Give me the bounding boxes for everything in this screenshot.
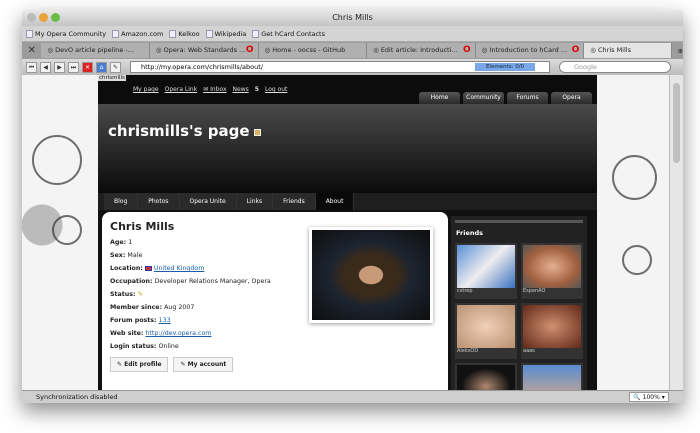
tab[interactable]: ◎ Edit article: Introducti... O	[367, 43, 476, 58]
bookmark[interactable]: Get hCard Contacts	[252, 29, 325, 38]
opera-icon: O	[463, 45, 471, 55]
search-input[interactable]: Google	[559, 61, 671, 73]
window-title: Chris Mills	[332, 13, 373, 22]
status-bar: Synchronization disabled 🔍 100% ▾	[22, 390, 683, 403]
bookmark[interactable]: Wikipedia	[205, 29, 246, 38]
page-tabs: Blog Photos Opera Unite Links Friends Ab…	[98, 193, 597, 210]
tab-about[interactable]: About	[315, 193, 355, 210]
back-icon[interactable]: ◀	[40, 61, 51, 73]
edit-icon[interactable]	[253, 129, 261, 136]
zoom-select[interactable]: 🔍 100% ▾	[629, 392, 669, 402]
page-viewport: chrismills My page Opera Link ✉ Inbox Ne…	[22, 75, 669, 390]
forward-icon[interactable]: ▶	[54, 61, 65, 73]
browser-window: Chris Mills My Opera Community Amazon.co…	[22, 10, 683, 403]
close-window-button[interactable]	[27, 13, 36, 22]
location-link[interactable]: United Kingdom	[154, 265, 205, 272]
sync-status: Synchronization disabled	[36, 393, 118, 401]
minimize-button[interactable]	[39, 13, 48, 22]
stop-icon[interactable]: ✕	[82, 61, 93, 73]
tools-icon[interactable]: ✕	[22, 45, 41, 56]
tab-opera-unite[interactable]: Opera Unite	[179, 193, 237, 210]
decorative-swirl	[32, 135, 82, 185]
uk-flag-icon	[144, 265, 152, 271]
friend-item[interactable]	[455, 363, 517, 390]
address-input[interactable]: http://my.opera.com/chrismills/about/Ele…	[130, 61, 550, 73]
username-label: chrismills	[98, 75, 126, 81]
my-account-button[interactable]: ✎ My account	[173, 357, 234, 372]
decorative-swirl	[52, 215, 82, 245]
my-page-link[interactable]: My page	[133, 86, 159, 93]
decorative-swirl	[622, 245, 652, 275]
profile-card: Chris Mills Age: 1 Sex: Male Location: U…	[102, 212, 448, 390]
tab-links[interactable]: Links	[236, 193, 274, 210]
rewind-icon[interactable]: ⏮	[26, 61, 37, 73]
friend-item[interactable]: EspenAO	[521, 243, 583, 299]
inbox-link[interactable]: ✉ Inbox	[203, 86, 226, 93]
tab[interactable]: ◎ Home - oocss - GitHub	[258, 43, 368, 58]
tab-active[interactable]: ◎ Chris Mills	[584, 43, 672, 58]
tab-opera[interactable]: Opera	[551, 92, 592, 104]
profile-photo	[309, 227, 433, 323]
tab-forums[interactable]: Forums	[507, 92, 548, 104]
fast-forward-icon[interactable]: ⏭	[68, 61, 79, 73]
tab-bar: ✕ ◎ DevO article pipeline -... ◎ Opera: …	[22, 42, 683, 59]
new-tab-icon[interactable]: ⊕	[678, 47, 683, 55]
friend-item[interactable]: cstrep	[455, 243, 517, 299]
opera-page: chrismills My page Opera Link ✉ Inbox Ne…	[98, 75, 597, 390]
opera-icon: O	[571, 45, 580, 55]
tab[interactable]: ◎ Opera: Web Standards ... O	[149, 43, 259, 58]
address-toolbar: ⏮ ◀ ▶ ⏭ ✕ ⌂ ✎ http://my.opera.com/chrism…	[22, 59, 683, 75]
bookmark[interactable]: My Opera Community	[26, 29, 106, 38]
tab[interactable]: ◎ DevO article pipeline -...	[41, 43, 150, 58]
friend-item[interactable]: aaas	[521, 303, 583, 359]
home-icon[interactable]: ⌂	[96, 61, 107, 73]
edit-profile-button[interactable]: ✎ Edit profile	[110, 357, 169, 372]
vertical-scrollbar[interactable]	[669, 75, 683, 390]
friend-item[interactable]: AleksOD	[455, 303, 517, 359]
friend-item[interactable]	[521, 363, 583, 390]
tab-home[interactable]: Home	[419, 92, 460, 104]
bookmark[interactable]: Kelkoo	[169, 29, 200, 38]
news-count: 5	[254, 86, 259, 93]
page-header: chrismills's page	[98, 104, 597, 193]
bookmarks-bar: My Opera Community Amazon.com Kelkoo Wik…	[22, 26, 683, 42]
tab-friends[interactable]: Friends	[273, 193, 316, 210]
title-bar: Chris Mills	[22, 10, 683, 26]
edit-icon[interactable]: ✎	[110, 61, 121, 73]
website-link[interactable]: http://dev.opera.com	[145, 330, 211, 337]
decorative-swirl	[612, 155, 657, 200]
tab-photos[interactable]: Photos	[138, 193, 180, 210]
page-title: chrismills's page	[108, 122, 250, 140]
friends-panel: Friends cstrep EspenAO AleksOD aaas	[451, 216, 587, 390]
tab-community[interactable]: Community	[463, 92, 504, 104]
zoom-button[interactable]	[51, 13, 60, 22]
pencil-icon[interactable]: ✎	[138, 291, 143, 298]
elements-indicator: Elements: 0/0	[475, 63, 535, 71]
friends-title: Friends	[456, 229, 484, 237]
opera-link-link[interactable]: Opera Link	[165, 86, 198, 93]
bookmark[interactable]: Amazon.com	[112, 29, 163, 38]
top-nav: chrismills My page Opera Link ✉ Inbox Ne…	[98, 75, 597, 104]
news-link[interactable]: News	[233, 86, 249, 93]
forum-posts-link[interactable]: 133	[159, 317, 171, 324]
tab[interactable]: ◎ Introduction to hCard ... O	[475, 43, 585, 58]
logout-link[interactable]: Log out	[265, 86, 287, 93]
tab-blog[interactable]: Blog	[104, 193, 139, 210]
opera-icon: O	[245, 45, 254, 55]
